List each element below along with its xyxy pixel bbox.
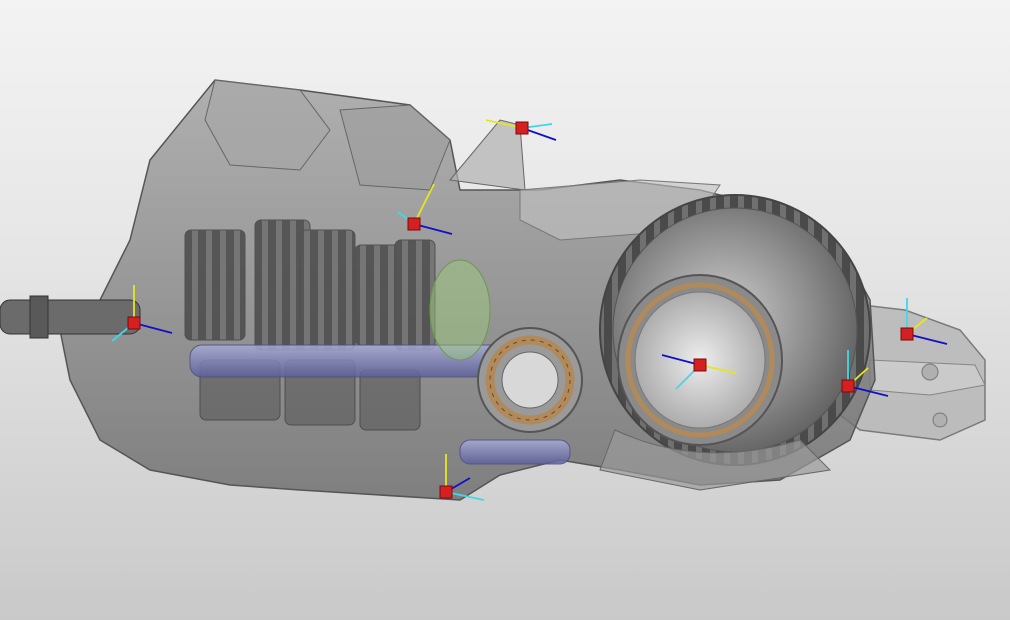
origin-cube[interactable] [127, 316, 141, 330]
origin-cube[interactable] [693, 358, 707, 372]
input-shaft[interactable] [0, 295, 141, 339]
gearbox-assembly-model[interactable] [0, 0, 1010, 620]
origin-cube[interactable] [515, 121, 529, 135]
origin-cube[interactable] [439, 485, 453, 499]
origin-cube[interactable] [407, 217, 421, 231]
gear-stack[interactable] [184, 219, 436, 431]
origin-cube[interactable] [841, 379, 855, 393]
3d-viewport[interactable] [0, 0, 1010, 620]
output-bearing[interactable] [477, 327, 583, 433]
synchro-ring[interactable] [429, 259, 491, 361]
origin-cube[interactable] [900, 327, 914, 341]
